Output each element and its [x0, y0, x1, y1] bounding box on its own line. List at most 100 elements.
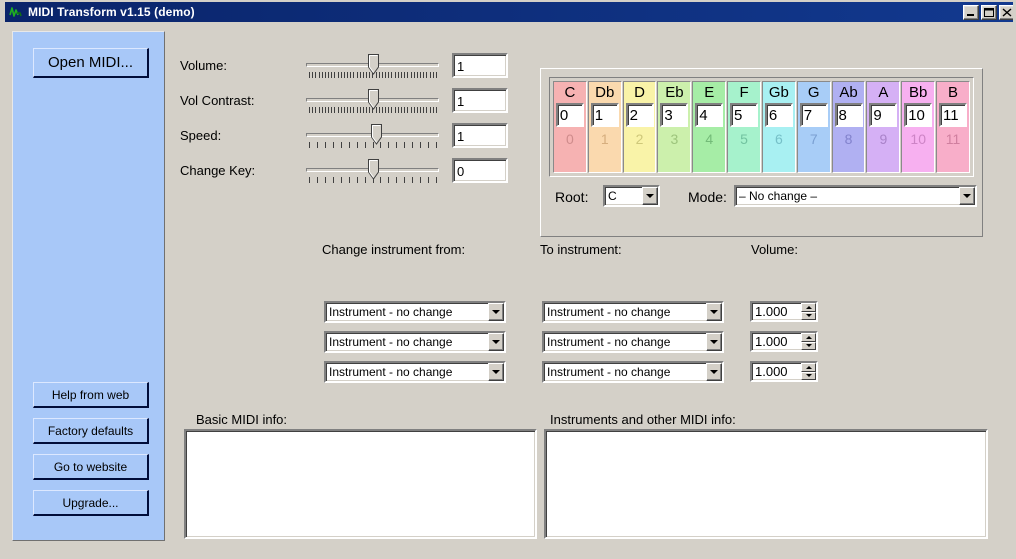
app-window: MIDI Transform v1.15 (demo) Open MIDI...… — [0, 0, 1016, 559]
slider-thumb[interactable] — [367, 89, 379, 110]
help-from-web-button[interactable]: Help from web — [33, 382, 149, 408]
note-value-input[interactable]: 4 — [695, 103, 724, 127]
volume-slider[interactable] — [306, 52, 439, 82]
slider-thumb[interactable] — [371, 124, 383, 145]
note-value-input[interactable]: 1 — [590, 103, 619, 127]
key-transform-panel: C 0 0 Db 1 1 D 2 2 Eb 3 3 E 4 4 F 5 5 Gb 6 6 G 7 7 Ab 8 8 A 9 9 Bb 10 10… — [540, 68, 983, 237]
note-column-eb: Eb 3 3 — [657, 81, 692, 173]
slider-thumb[interactable] — [367, 159, 379, 180]
vol-contrast-label: Vol Contrast: — [180, 93, 255, 108]
note-name-label: Eb — [665, 84, 684, 101]
chevron-down-icon[interactable] — [488, 363, 504, 381]
client-area: Open MIDI... Help from web Factory defau… — [6, 24, 1013, 554]
vol-contrast-value-input[interactable]: 1 — [452, 88, 508, 113]
note-value-input[interactable]: 5 — [730, 103, 759, 127]
speed-slider[interactable] — [306, 122, 439, 152]
instrument-from-select-1[interactable]: Instrument - no change — [324, 301, 506, 323]
root-select[interactable]: C — [603, 185, 660, 207]
instrument-from-select-3[interactable]: Instrument - no change — [324, 361, 506, 383]
upgrade-button[interactable]: Upgrade... — [33, 490, 149, 516]
note-original-index: 8 — [844, 131, 853, 147]
note-grid: C 0 0 Db 1 1 D 2 2 Eb 3 3 E 4 4 F 5 5 Gb 6 6 G 7 7 Ab 8 8 A 9 9 Bb 10 10… — [549, 77, 974, 177]
spinner-up-button[interactable] — [801, 333, 816, 342]
vol-contrast-slider[interactable] — [306, 87, 439, 117]
spinner-buttons[interactable] — [801, 363, 816, 380]
note-original-index: 10 — [910, 131, 926, 147]
instrument-to-select-1[interactable]: Instrument - no change — [542, 301, 724, 323]
note-column-bb: Bb 10 10 — [901, 81, 936, 173]
instrument-volume-value: 1.000 — [755, 334, 788, 349]
note-name-label: B — [948, 84, 959, 101]
chevron-down-icon[interactable] — [706, 363, 722, 381]
chevron-down-icon[interactable] — [706, 303, 722, 321]
instrument-volume-header: Volume: — [751, 242, 798, 257]
window-controls — [963, 4, 1013, 20]
basic-midi-info-textarea[interactable] — [184, 429, 537, 539]
note-value-input[interactable]: 9 — [869, 103, 898, 127]
note-column-e: E 4 4 — [692, 81, 727, 173]
chevron-down-icon[interactable] — [706, 333, 722, 351]
chevron-down-icon[interactable] — [959, 187, 975, 205]
volume-value-input[interactable]: 1 — [452, 53, 508, 78]
go-to-website-button[interactable]: Go to website — [33, 454, 149, 480]
basic-midi-info-label: Basic MIDI info: — [196, 412, 288, 427]
note-value-input[interactable]: 8 — [834, 103, 863, 127]
note-value-input[interactable]: 7 — [799, 103, 828, 127]
note-column-a: A 9 9 — [866, 81, 901, 173]
instrument-volume-spinner-1[interactable]: 1.000 — [750, 301, 818, 322]
instrument-to-select-2[interactable]: Instrument - no change — [542, 331, 724, 353]
slider-thumb[interactable] — [367, 54, 379, 75]
note-name-label: E — [704, 84, 715, 101]
mode-select[interactable]: – No change – — [734, 185, 977, 207]
speed-value-input[interactable]: 1 — [452, 123, 508, 148]
change-key-value-input[interactable]: 0 — [452, 158, 508, 183]
title-bar[interactable]: MIDI Transform v1.15 (demo) — [5, 2, 1013, 22]
note-column-b: B 11 11 — [936, 81, 970, 173]
note-original-index: 1 — [600, 131, 609, 147]
note-original-index: 4 — [705, 131, 714, 147]
instrument-volume-spinner-3[interactable]: 1.000 — [750, 361, 818, 382]
chevron-down-icon[interactable] — [488, 303, 504, 321]
factory-defaults-button[interactable]: Factory defaults — [33, 418, 149, 444]
maximize-button[interactable] — [981, 4, 997, 20]
open-midi-button[interactable]: Open MIDI... — [33, 48, 149, 78]
note-original-index: 0 — [566, 131, 574, 147]
chevron-down-icon[interactable] — [642, 187, 658, 205]
note-name-label: Ab — [839, 84, 858, 101]
spinner-down-button[interactable] — [801, 311, 816, 320]
close-button[interactable] — [999, 4, 1013, 20]
note-value-input[interactable]: 3 — [660, 103, 689, 127]
instrument-volume-value: 1.000 — [755, 364, 788, 379]
spinner-down-button[interactable] — [801, 371, 816, 380]
note-value-input[interactable]: 10 — [904, 103, 933, 127]
chevron-down-icon[interactable] — [488, 333, 504, 351]
instruments-midi-info-text — [546, 431, 986, 437]
instrument-volume-spinner-2[interactable]: 1.000 — [750, 331, 818, 352]
instruments-midi-info-textarea[interactable] — [544, 429, 988, 539]
mode-label: Mode: — [688, 189, 727, 205]
change-key-slider[interactable] — [306, 157, 439, 187]
mode-select-value: – No change – — [739, 189, 818, 203]
note-column-d: D 2 2 — [622, 81, 657, 173]
note-value-input[interactable]: 0 — [555, 103, 584, 127]
spinner-up-button[interactable] — [801, 303, 816, 312]
note-value-input[interactable]: 11 — [939, 103, 968, 127]
root-label: Root: — [555, 189, 589, 205]
minimize-button[interactable] — [963, 4, 979, 20]
spinner-down-button[interactable] — [801, 341, 816, 350]
note-name-label: C — [564, 84, 576, 101]
note-value-input[interactable]: 6 — [764, 103, 793, 127]
spinner-up-button[interactable] — [801, 363, 816, 372]
instrument-to-select-3[interactable]: Instrument - no change — [542, 361, 724, 383]
spinner-buttons[interactable] — [801, 333, 816, 350]
instrument-volume-value: 1.000 — [755, 304, 788, 319]
note-original-index: 2 — [635, 131, 644, 147]
note-original-index: 3 — [670, 131, 679, 147]
instrument-from-value: Instrument - no change — [329, 335, 453, 349]
instrument-from-select-2[interactable]: Instrument - no change — [324, 331, 506, 353]
note-value-input[interactable]: 2 — [625, 103, 654, 127]
spinner-buttons[interactable] — [801, 303, 816, 320]
note-original-index: 11 — [945, 131, 961, 147]
note-name-label: A — [878, 84, 889, 101]
instrument-to-value: Instrument - no change — [547, 365, 671, 379]
